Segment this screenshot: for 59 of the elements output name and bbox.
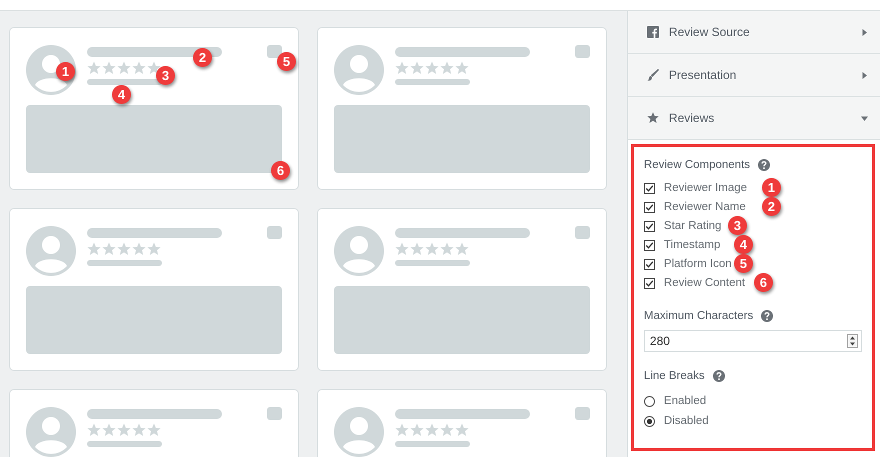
- checkbox[interactable]: [644, 278, 655, 288]
- checkbox-label: Timestamp: [664, 239, 720, 251]
- spinner-icon[interactable]: [847, 334, 858, 348]
- number-badge: 2: [762, 197, 781, 216]
- number-badge: 5: [734, 254, 753, 273]
- facebook-icon: [646, 26, 659, 38]
- checkbox-label: Reviewer Image: [664, 182, 748, 194]
- checkbox[interactable]: [644, 240, 655, 250]
- checkbox-label: Platform Icon: [664, 258, 732, 270]
- section-title: Reviews: [668, 111, 716, 125]
- number-badge: 2: [193, 48, 212, 67]
- accordion-header[interactable]: Presentation: [628, 54, 880, 97]
- number-badge: 3: [156, 66, 175, 85]
- checkbox-label: Reviewer Name: [664, 201, 746, 213]
- checkbox[interactable]: [644, 258, 655, 270]
- avatar-icon: [26, 226, 76, 276]
- accordion-header[interactable]: Review Source: [628, 11, 880, 54]
- radio-label: Enabled: [664, 395, 706, 407]
- platform-icon: [575, 407, 590, 420]
- star-rating-icon: [87, 423, 161, 437]
- checkbox[interactable]: [644, 182, 655, 194]
- section-title: Presentation: [668, 68, 738, 82]
- avatar-icon: [334, 226, 384, 276]
- star-rating-icon: [395, 242, 469, 256]
- avatar-icon: [334, 45, 384, 95]
- help-icon[interactable]: [761, 310, 774, 322]
- number-badge: 6: [754, 273, 773, 292]
- checkbox-label: Review Content: [664, 277, 746, 289]
- platform-icon: [575, 226, 590, 239]
- accordion-header[interactable]: Reviews: [628, 97, 880, 140]
- checkbox-label: Star Rating: [664, 220, 722, 232]
- brush-icon: [646, 69, 659, 81]
- section-title: Review Source: [668, 25, 751, 39]
- number-badge: 6: [271, 161, 290, 180]
- checkbox[interactable]: [644, 202, 655, 212]
- help-icon[interactable]: [758, 159, 770, 171]
- radio-button[interactable]: [644, 416, 655, 426]
- platform-icon: [267, 226, 282, 239]
- radio-button[interactable]: [644, 396, 655, 406]
- radio-label: Disabled: [664, 415, 709, 427]
- platform-icon: [267, 45, 282, 58]
- star-rating-icon: [87, 242, 161, 256]
- number-badge: 4: [734, 235, 753, 254]
- checkbox[interactable]: [644, 220, 655, 232]
- field-label: Review Components: [644, 159, 750, 171]
- number-badge: 4: [112, 85, 131, 104]
- star-rating-icon: [395, 423, 469, 437]
- star-icon: [646, 112, 659, 124]
- platform-icon: [575, 45, 590, 58]
- star-rating-icon: [87, 61, 161, 75]
- field-label: Line Breaks: [644, 370, 705, 382]
- platform-icon: [267, 407, 282, 420]
- number-badge: 5: [277, 52, 296, 71]
- number-field[interactable]: 280: [644, 330, 862, 352]
- help-icon[interactable]: [712, 370, 725, 382]
- star-rating-icon: [395, 61, 469, 75]
- number-badge: 1: [762, 178, 781, 197]
- field-label: Maximum Characters: [644, 310, 754, 322]
- number-badge: 3: [728, 216, 747, 235]
